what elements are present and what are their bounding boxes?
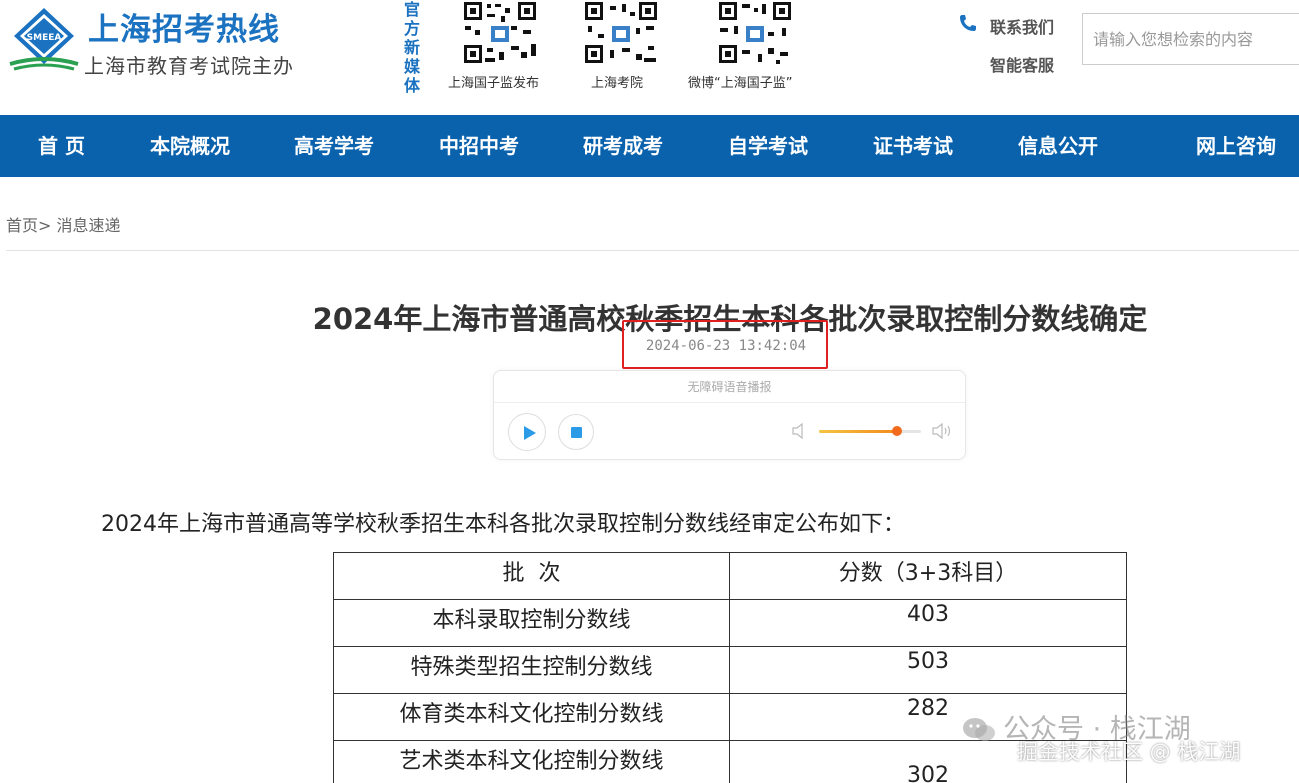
play-icon <box>524 426 536 440</box>
player-label: 无障碍语音播报 <box>494 371 965 403</box>
contact-us-link[interactable]: 联系我们 <box>990 14 1054 38</box>
nav-item-consult[interactable]: 网上咨询 <box>1196 115 1276 177</box>
official-media-label: 官方新媒体 <box>403 0 420 95</box>
table-header-cell: 分数（3+3科目） <box>729 552 1127 600</box>
volume-low-icon[interactable] <box>790 421 808 441</box>
nav-item-overview[interactable]: 本院概况 <box>150 115 230 177</box>
date-highlight-box <box>622 320 828 369</box>
nav-item-home[interactable]: 首 页 <box>38 115 85 177</box>
site-title[interactable]: 上海招考热线 <box>88 4 280 49</box>
qr-code-icon <box>582 0 660 66</box>
table-cell: 体育类本科文化控制分数线 <box>333 693 730 741</box>
table-row: 特殊类型招生控制分数线 503 <box>333 646 1127 694</box>
nav-item-gaokao[interactable]: 高考学考 <box>294 115 374 177</box>
table-cell: 403 <box>729 599 1127 647</box>
table-cell: 艺术类本科文化控制分数线 <box>333 740 730 783</box>
wechat-icon <box>963 718 995 741</box>
play-button[interactable] <box>508 413 546 451</box>
table-row: 本科录取控制分数线 403 <box>333 599 1127 647</box>
breadcrumb: 首页> 消息速递 <box>6 212 121 236</box>
article-intro: 2024年上海市普通高等学校秋季招生本科各批次录取控制分数线经审定公布如下： <box>101 512 905 537</box>
stop-button[interactable] <box>558 414 594 450</box>
volume-slider[interactable] <box>819 426 921 436</box>
table-cell: 本科录取控制分数线 <box>333 599 730 647</box>
nav-item-graduate[interactable]: 研考成考 <box>583 115 663 177</box>
score-table: 批 次 分数（3+3科目） 本科录取控制分数线 403 特殊类型招生控制分数线 … <box>333 552 1127 783</box>
nav-item-zhongkao[interactable]: 中招中考 <box>439 115 519 177</box>
nav-item-disclosure[interactable]: 信息公开 <box>1018 115 1098 177</box>
qr-code-icon <box>716 0 794 66</box>
table-cell: 503 <box>729 646 1127 694</box>
qr-caption: 微博“上海国子监” <box>688 76 793 91</box>
svg-text:SMEEA: SMEEA <box>27 33 62 43</box>
qr-caption: 上海考院 <box>591 76 644 91</box>
divider <box>6 250 1299 251</box>
site-subtitle: 上海市教育考试院主办 <box>84 54 294 78</box>
volume-fill <box>819 430 897 433</box>
volume-high-icon[interactable] <box>930 421 954 441</box>
audio-player: 无障碍语音播报 <box>493 370 966 460</box>
table-cell: 特殊类型招生控制分数线 <box>333 646 730 694</box>
phone-icon <box>960 15 976 31</box>
table-header-row: 批 次 分数（3+3科目） <box>333 552 1127 600</box>
stop-icon <box>571 427 582 438</box>
table-row: 艺术类本科文化控制分数线 302 <box>333 740 1127 783</box>
breadcrumb-separator: > <box>38 216 52 235</box>
table-header-cell: 批 次 <box>333 552 730 600</box>
breadcrumb-current[interactable]: 消息速递 <box>57 216 121 235</box>
main-nav: 首 页 本院概况 高考学考 中招中考 研考成考 自学考试 证书考试 信息公开 网… <box>0 115 1299 177</box>
breadcrumb-home[interactable]: 首页 <box>6 216 38 235</box>
smart-service-link[interactable]: 智能客服 <box>990 52 1054 76</box>
search-input[interactable] <box>1082 13 1299 65</box>
qr-caption: 上海国子监发布 <box>448 76 540 91</box>
nav-item-certificate[interactable]: 证书考试 <box>873 115 953 177</box>
site-header: SMEEA 上海招考热线 上海市教育考试院主办 官方新媒体 上海国子监发布 上海… <box>0 0 1299 115</box>
nav-item-self-study[interactable]: 自学考试 <box>728 115 808 177</box>
volume-knob[interactable] <box>891 426 902 436</box>
smeea-logo-icon[interactable]: SMEEA <box>8 6 80 72</box>
watermark-juejin: 掘金技术社区 @ 栈江湖 <box>1017 740 1241 764</box>
qr-code-icon <box>461 0 539 66</box>
